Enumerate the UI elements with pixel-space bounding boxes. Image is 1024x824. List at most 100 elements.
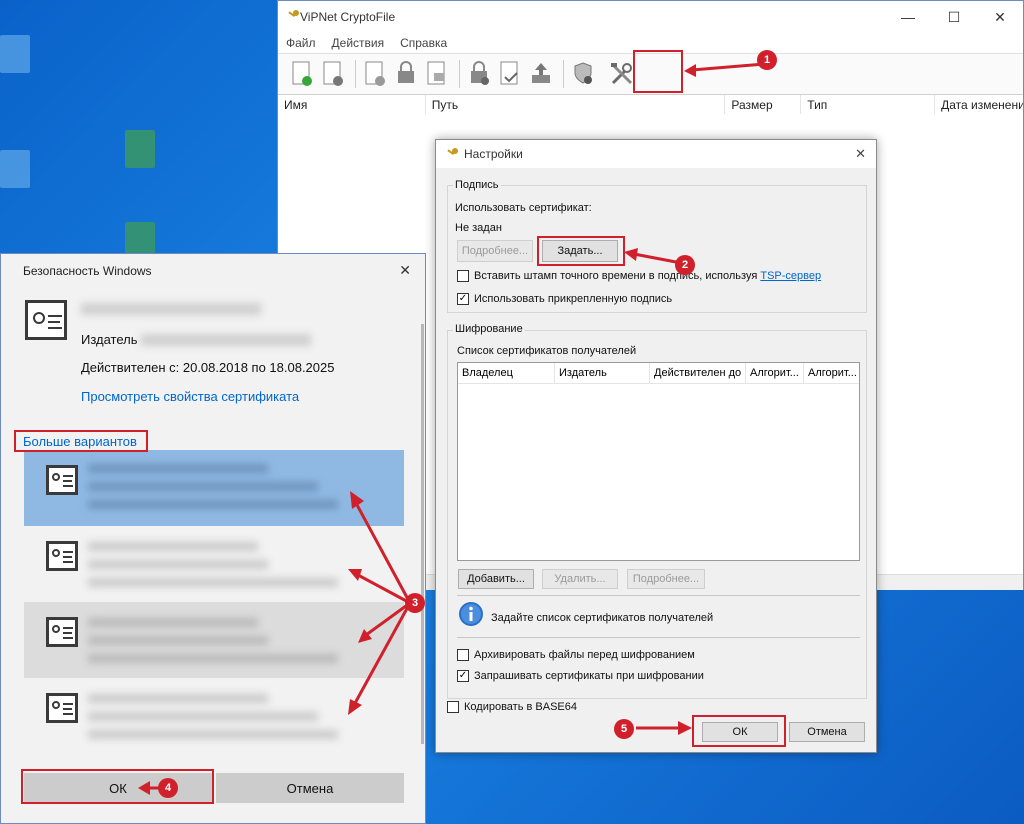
column-size[interactable]: Размер bbox=[725, 95, 802, 115]
annotation-badge-5: 5 bbox=[614, 719, 634, 739]
blurred-text bbox=[88, 500, 338, 509]
shield-icon[interactable] bbox=[569, 58, 597, 90]
column-issuer[interactable]: Издатель bbox=[555, 363, 650, 383]
menu-file[interactable]: Файл bbox=[286, 36, 316, 50]
main-titlebar: ViPNet CryptoFile — ☐ ✕ bbox=[278, 1, 1023, 33]
blurred-text bbox=[88, 482, 318, 491]
recipients-list[interactable]: Владелец Издатель Действителен до Алгори… bbox=[457, 362, 860, 561]
menu-help[interactable]: Справка bbox=[400, 36, 447, 50]
desktop-icon[interactable] bbox=[125, 130, 155, 168]
encrypt-sign-icon[interactable] bbox=[423, 58, 451, 90]
validity-text: Действителен с: 20.08.2018 по 18.08.2025 bbox=[81, 360, 335, 375]
blurred-text bbox=[88, 654, 338, 663]
encrypt-file-icon[interactable] bbox=[392, 58, 420, 90]
signature-group-label: Подпись bbox=[453, 179, 501, 191]
file-list-header: Имя Путь Размер Тип Дата изменени bbox=[278, 95, 1023, 116]
archive-checkbox[interactable] bbox=[457, 649, 469, 661]
close-button[interactable]: ✕ bbox=[977, 1, 1023, 33]
timestamp-label: Вставить штамп точного времени в подпись… bbox=[474, 270, 822, 282]
desktop-icon[interactable] bbox=[0, 35, 30, 73]
blurred-text bbox=[88, 618, 258, 627]
divider bbox=[457, 595, 860, 596]
cert-value: Не задан bbox=[455, 222, 502, 234]
settings-cancel-button[interactable]: Отмена bbox=[789, 722, 865, 742]
desktop-icon[interactable] bbox=[0, 150, 30, 188]
annotation-arrow-2 bbox=[624, 248, 677, 264]
attached-signature-checkbox[interactable]: ✓ bbox=[457, 293, 469, 305]
column-owner[interactable]: Владелец bbox=[458, 363, 555, 383]
menu-actions[interactable]: Действия bbox=[332, 36, 385, 50]
encryption-group-label: Шифрование bbox=[453, 323, 525, 335]
annotation-badge-1: 1 bbox=[757, 50, 777, 70]
key-icon bbox=[286, 9, 300, 26]
blurred-text bbox=[88, 694, 268, 703]
sign-file-icon[interactable] bbox=[361, 58, 389, 90]
signature-details-button[interactable]: Подробнее... bbox=[457, 240, 533, 262]
security-title: Безопасность Windows bbox=[23, 264, 152, 278]
info-text: Задайте список сертификатов получателей bbox=[491, 612, 714, 624]
close-icon[interactable]: ✕ bbox=[399, 262, 411, 279]
recipients-list-header: Владелец Издатель Действителен до Алгори… bbox=[458, 363, 859, 384]
delete-recipient-button[interactable]: Удалить... bbox=[542, 569, 618, 589]
certificate-icon bbox=[46, 465, 78, 495]
minimize-button[interactable]: — bbox=[885, 1, 931, 33]
column-algorithm-2[interactable]: Алгорит... bbox=[804, 363, 859, 383]
export-icon[interactable] bbox=[527, 58, 555, 90]
maximize-button[interactable]: ☐ bbox=[931, 1, 977, 33]
annotation-box-4 bbox=[21, 769, 214, 804]
annotation-badge-2: 2 bbox=[675, 255, 695, 275]
settings-title: Настройки bbox=[464, 147, 523, 161]
certificate-icon bbox=[25, 300, 67, 340]
key-icon bbox=[445, 147, 459, 164]
column-type[interactable]: Тип bbox=[801, 95, 936, 115]
recipient-details-button[interactable]: Подробнее... bbox=[627, 569, 705, 589]
annotation-box-more bbox=[14, 430, 148, 452]
blurred-text bbox=[88, 636, 268, 645]
annotation-box-5 bbox=[692, 715, 786, 747]
annotation-arrow-5 bbox=[636, 721, 692, 735]
column-name[interactable]: Имя bbox=[278, 95, 426, 115]
scrollbar[interactable] bbox=[421, 324, 424, 744]
column-valid-to[interactable]: Действителен до bbox=[650, 363, 746, 383]
settings-titlebar: Настройки ✕ bbox=[436, 140, 876, 168]
column-algorithm-1[interactable]: Алгорит... bbox=[746, 363, 804, 383]
blurred-text bbox=[88, 560, 268, 569]
base64-label: Кодировать в BASE64 bbox=[464, 701, 577, 713]
base64-checkbox[interactable] bbox=[447, 701, 459, 713]
blurred-text bbox=[88, 578, 338, 587]
certificate-icon bbox=[46, 541, 78, 571]
remove-file-icon[interactable] bbox=[319, 58, 347, 90]
column-path[interactable]: Путь bbox=[426, 95, 726, 115]
blurred-text bbox=[88, 712, 318, 721]
close-icon[interactable]: ✕ bbox=[855, 146, 866, 162]
blurred-issuer bbox=[141, 334, 311, 346]
annotation-badge-4: 4 bbox=[158, 778, 178, 798]
attached-signature-label: Использовать прикрепленную подпись bbox=[474, 293, 673, 305]
info-icon bbox=[457, 601, 485, 632]
timestamp-checkbox[interactable] bbox=[457, 270, 469, 282]
annotation-box-2 bbox=[537, 236, 625, 266]
tsp-server-link[interactable]: TSP-сервер bbox=[760, 270, 821, 282]
main-window-title: ViPNet CryptoFile bbox=[300, 10, 396, 24]
add-recipient-button[interactable]: Добавить... bbox=[458, 569, 534, 589]
certificate-icon bbox=[46, 693, 78, 723]
blurred-cert-name bbox=[81, 303, 261, 315]
column-date[interactable]: Дата изменени bbox=[935, 95, 1023, 115]
blurred-text bbox=[88, 464, 268, 473]
archive-label: Архивировать файлы перед шифрованием bbox=[474, 649, 695, 661]
request-certs-label: Запрашивать сертификаты при шифровании bbox=[474, 670, 704, 682]
settings-tools-icon[interactable] bbox=[608, 58, 636, 90]
verify-signature-icon[interactable] bbox=[496, 58, 524, 90]
decrypt-icon[interactable] bbox=[465, 58, 493, 90]
annotation-box-1 bbox=[633, 50, 683, 93]
use-cert-label: Использовать сертификат: bbox=[455, 202, 592, 214]
certificate-icon bbox=[46, 617, 78, 647]
annotation-badge-3: 3 bbox=[405, 593, 425, 613]
view-properties-link[interactable]: Просмотреть свойства сертификата bbox=[81, 389, 299, 404]
request-certs-checkbox[interactable]: ✓ bbox=[457, 670, 469, 682]
settings-dialog: Настройки ✕ Подпись Использовать сертифи… bbox=[435, 139, 877, 753]
recipients-list-label: Список сертификатов получателей bbox=[457, 345, 637, 357]
security-cancel-button[interactable]: Отмена bbox=[216, 773, 404, 803]
blurred-text bbox=[88, 542, 258, 551]
add-file-icon[interactable] bbox=[288, 58, 316, 90]
